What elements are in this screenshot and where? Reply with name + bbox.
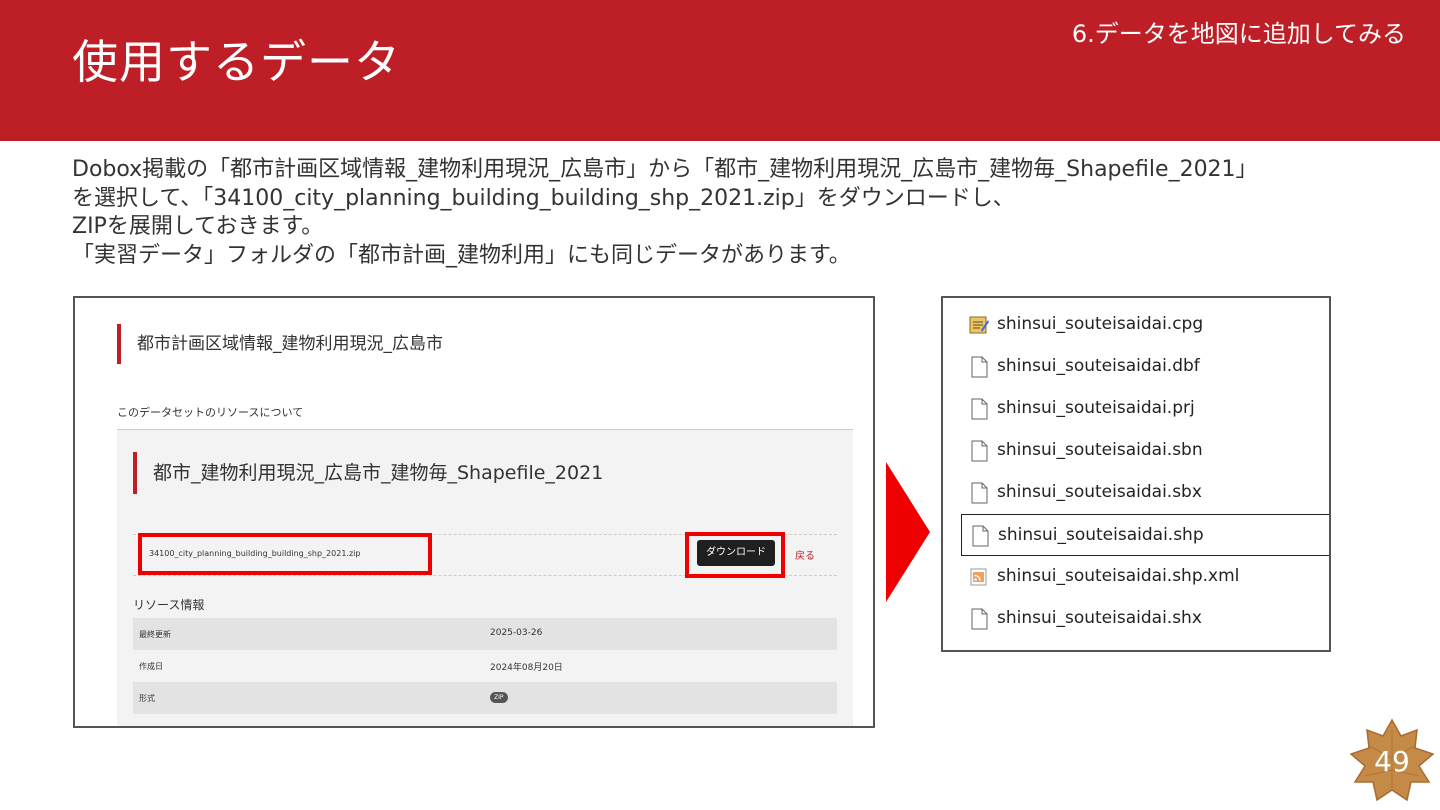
table-row: 作成日 2024年08月20日 bbox=[133, 650, 837, 682]
resource-title: 都市_建物利用現況_広島市_建物毎_Shapefile_2021 bbox=[153, 462, 604, 484]
file-icon bbox=[971, 398, 988, 420]
file-name: shinsui_souteisaidai.shp bbox=[998, 525, 1204, 545]
info-key: 作成日 bbox=[139, 662, 163, 671]
file-list-item[interactable]: shinsui_souteisaidai.prj bbox=[943, 388, 1329, 430]
extracted-files-list: shinsui_souteisaidai.cpg shinsui_souteis… bbox=[941, 296, 1331, 652]
intro-line: Dobox掲載の「都市計画区域情報_建物利用現況_広島市」から「都市_建物利用現… bbox=[72, 157, 1258, 182]
file-name-highlight bbox=[138, 533, 432, 575]
intro-line: を選択して、「34100_city_planning_building_buil… bbox=[72, 185, 1015, 211]
page-number: 49 bbox=[1374, 745, 1410, 778]
file-icon bbox=[971, 482, 988, 504]
file-name: shinsui_souteisaidai.shp.xml bbox=[997, 566, 1240, 586]
info-value: 2025-03-26 bbox=[490, 628, 543, 638]
intro-line: 「実習データ」フォルダの「都市計画_建物利用」にも同じデータがあります。 bbox=[72, 242, 851, 268]
file-list-item-selected[interactable]: shinsui_souteisaidai.shp bbox=[961, 514, 1329, 556]
info-value: 2024年08月20日 bbox=[490, 663, 563, 673]
file-icon bbox=[972, 525, 989, 547]
download-button-highlight bbox=[685, 532, 785, 578]
file-list-item[interactable]: shinsui_souteisaidai.shp.xml bbox=[943, 556, 1329, 598]
intro-text: Dobox掲載の「都市計画区域情報_建物利用現況_広島市」から「都市_建物利用現… bbox=[72, 156, 1392, 270]
file-name: shinsui_souteisaidai.cpg bbox=[997, 314, 1204, 334]
file-list-item[interactable]: shinsui_souteisaidai.sbn bbox=[943, 430, 1329, 472]
resource-info-table: 最終更新 2025-03-26 作成日 2024年08月20日 形式 ZIP bbox=[133, 618, 837, 714]
slide-header: 使用するデータ 6.データを地図に追加してみる bbox=[0, 0, 1440, 141]
resources-heading: このデータセットのリソースについて bbox=[117, 406, 304, 419]
file-list-item[interactable]: shinsui_souteisaidai.cpg bbox=[943, 304, 1329, 346]
file-icon bbox=[971, 440, 988, 462]
file-list-item[interactable]: shinsui_souteisaidai.dbf bbox=[943, 346, 1329, 388]
text-file-icon bbox=[969, 316, 989, 334]
dataset-page-screenshot: 都市計画区域情報_建物利用現況_広島市 このデータセットのリソースについて 都市… bbox=[73, 296, 875, 728]
format-badge: ZIP bbox=[490, 692, 508, 703]
table-row: 最終更新 2025-03-26 bbox=[133, 618, 837, 650]
xml-file-icon bbox=[970, 568, 987, 586]
file-name: shinsui_souteisaidai.dbf bbox=[997, 356, 1200, 376]
file-name: shinsui_souteisaidai.shx bbox=[997, 608, 1202, 628]
resource-info-heading: リソース情報 bbox=[133, 598, 205, 612]
file-list-item[interactable]: shinsui_souteisaidai.shx bbox=[943, 598, 1329, 640]
file-name: shinsui_souteisaidai.sbx bbox=[997, 482, 1202, 502]
page-number-badge: 49 bbox=[1349, 718, 1435, 804]
section-title: 6.データを地図に追加してみる bbox=[1071, 20, 1406, 48]
resource-card: 都市_建物利用現況_広島市_建物毎_Shapefile_2021 34100_c… bbox=[117, 429, 853, 726]
dataset-title: 都市計画区域情報_建物利用現況_広島市 bbox=[137, 334, 443, 354]
file-name: shinsui_souteisaidai.sbn bbox=[997, 440, 1203, 460]
file-icon bbox=[971, 356, 988, 378]
intro-line: ZIPを展開しておきます。 bbox=[72, 214, 324, 239]
file-list-item[interactable]: shinsui_souteisaidai.sbx bbox=[943, 472, 1329, 514]
dataset-title-block: 都市計画区域情報_建物利用現況_広島市 bbox=[117, 324, 443, 364]
back-link[interactable]: 戻る bbox=[795, 547, 815, 562]
slide-title: 使用するデータ bbox=[72, 35, 401, 89]
file-icon bbox=[971, 608, 988, 630]
right-arrow-icon bbox=[886, 462, 930, 602]
info-key: 最終更新 bbox=[139, 630, 171, 639]
resource-title-block: 都市_建物利用現況_広島市_建物毎_Shapefile_2021 bbox=[133, 452, 603, 494]
info-key: 形式 bbox=[139, 694, 155, 703]
table-row: 形式 ZIP bbox=[133, 682, 837, 714]
file-name: shinsui_souteisaidai.prj bbox=[997, 398, 1195, 418]
